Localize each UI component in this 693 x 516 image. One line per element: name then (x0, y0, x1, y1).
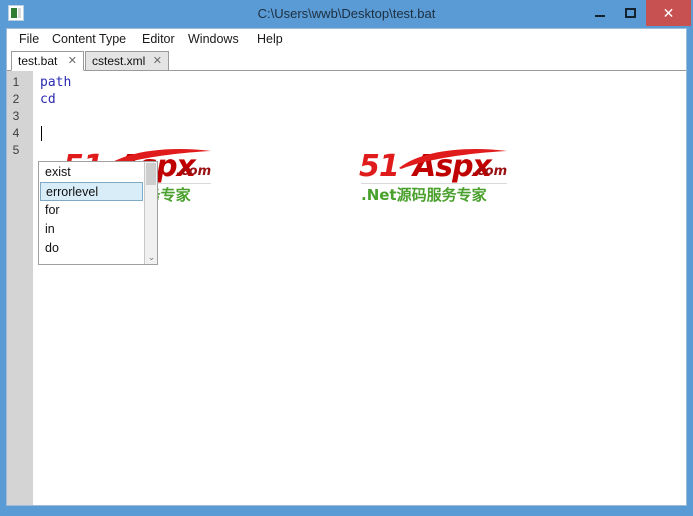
minimize-button[interactable] (584, 0, 615, 26)
maximize-button[interactable] (615, 0, 646, 26)
menu-item-file[interactable]: File (15, 31, 43, 48)
tab-cstest-xml[interactable]: cstest.xml ✕ (85, 51, 169, 71)
line-number: 1 (12, 75, 20, 89)
tab-label: cstest.xml (92, 54, 146, 68)
tab-bar: test.bat ✕ cstest.xml ✕ (7, 50, 686, 71)
autocomplete-scrollbar[interactable]: ⌄ (144, 162, 157, 264)
autocomplete-list[interactable]: exist errorlevel for in do (39, 162, 144, 264)
application-window: C:\Users\wwb\Desktop\test.bat ✕ File Con… (0, 0, 693, 516)
menu-item-help[interactable]: Help (253, 31, 287, 48)
line-number: 5 (12, 143, 20, 157)
autocomplete-item-errorlevel[interactable]: errorlevel (40, 182, 143, 201)
line-number-gutter: 1 2 3 4 5 (7, 71, 33, 505)
tab-test-bat[interactable]: test.bat ✕ (11, 51, 84, 71)
code-layer[interactable]: path cd (33, 71, 686, 505)
menu-bar: File Content Type Editor Windows Help (7, 29, 686, 50)
tab-label: test.bat (18, 54, 58, 68)
autocomplete-item-exist[interactable]: exist (40, 163, 143, 182)
close-button[interactable]: ✕ (646, 0, 691, 26)
menu-item-windows[interactable]: Windows (184, 31, 243, 48)
editor-area[interactable]: 1 2 3 4 5 path cd 51 Aspx .com (7, 71, 686, 505)
text-caret (41, 126, 42, 141)
autocomplete-popup[interactable]: exist errorlevel for in do ⌄ (38, 161, 158, 265)
menu-item-editor[interactable]: Editor (138, 31, 179, 48)
minimize-icon (595, 15, 605, 17)
tab-close-icon[interactable]: ✕ (68, 52, 77, 71)
line-number: 4 (12, 126, 20, 140)
client-area: File Content Type Editor Windows Help te… (6, 28, 687, 506)
autocomplete-item-for[interactable]: for (40, 201, 143, 220)
maximize-icon (625, 8, 636, 18)
line-number: 2 (12, 92, 20, 106)
autocomplete-item-in[interactable]: in (40, 220, 143, 239)
menu-item-content-type[interactable]: Content Type (48, 31, 130, 48)
line-number: 3 (12, 109, 20, 123)
code-line: cd (40, 92, 56, 107)
scrollbar-thumb[interactable] (146, 163, 156, 185)
autocomplete-item-do[interactable]: do (40, 239, 143, 258)
title-bar: C:\Users\wwb\Desktop\test.bat ✕ (0, 0, 693, 28)
code-line: path (40, 75, 72, 90)
chevron-down-icon[interactable]: ⌄ (145, 250, 158, 264)
close-icon: ✕ (662, 5, 675, 21)
tab-close-icon[interactable]: ✕ (153, 52, 162, 71)
